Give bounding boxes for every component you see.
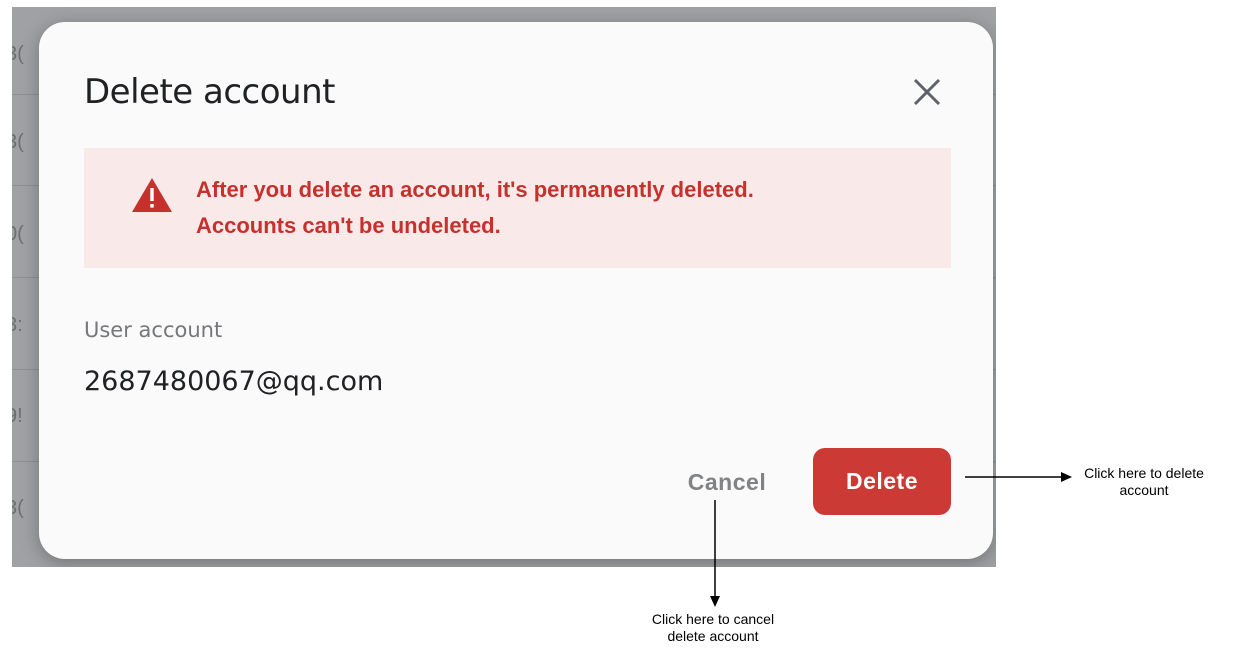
delete-account-dialog: Delete account After you delete an accou… (39, 22, 993, 559)
user-account-label: User account (84, 318, 223, 342)
warning-alert: After you delete an account, it's perman… (84, 148, 951, 268)
background-text-fragment: 0( (12, 223, 24, 245)
cancel-annotation-line-1: Click here to cancel (651, 611, 775, 627)
background-text-fragment: 3: (12, 314, 23, 336)
screenshot-frame: 3( 3( 0( 3: 9! 3( Delete account After y… (12, 7, 996, 567)
close-button[interactable] (907, 72, 947, 112)
alert-line-1: After you delete an account, it's perman… (196, 177, 754, 202)
delete-button[interactable]: Delete (813, 448, 951, 515)
close-icon (913, 78, 941, 106)
background-text-fragment: 3( (12, 131, 24, 153)
cancel-annotation: Click here to cancel delete account (628, 611, 798, 645)
delete-annotation-line-1: Click here to delete (1084, 465, 1204, 481)
delete-annotation-line-2: account (1119, 482, 1169, 498)
background-text-fragment: 9! (12, 405, 23, 427)
warning-triangle-icon (132, 178, 172, 212)
user-account-value: 2687480067@qq.com (84, 366, 384, 397)
background-text-fragment: 3( (12, 43, 24, 65)
cancel-button[interactable]: Cancel (677, 462, 777, 502)
cancel-annotation-line-2: delete account (667, 628, 759, 644)
background-text-fragment: 3( (12, 497, 24, 519)
delete-annotation: Click here to delete account (1078, 465, 1210, 499)
alert-message: After you delete an account, it's perman… (196, 172, 754, 244)
dialog-title: Delete account (84, 72, 335, 112)
alert-line-2: Accounts can't be undeleted. (196, 213, 501, 238)
